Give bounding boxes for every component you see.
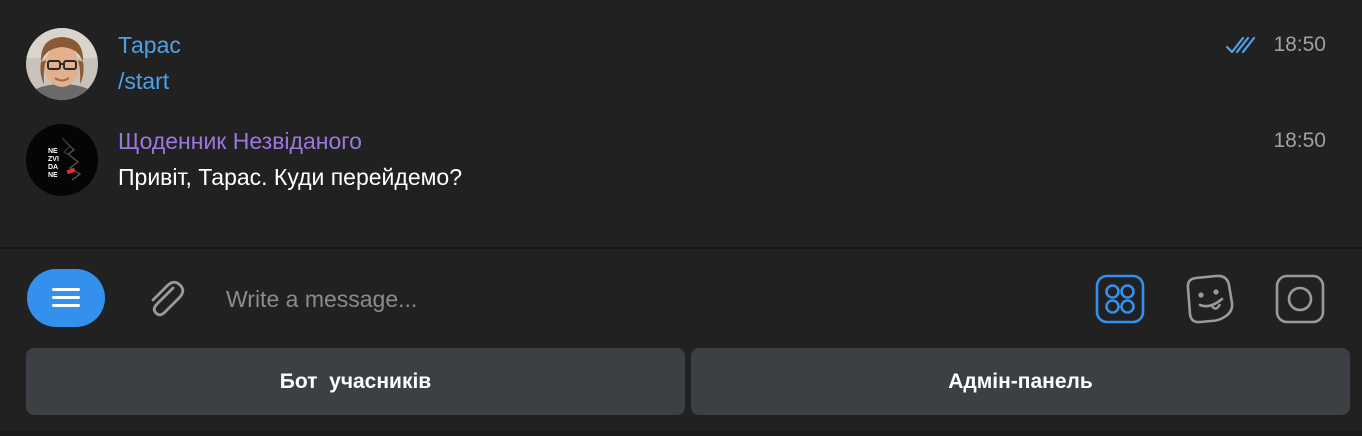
message-input[interactable] bbox=[226, 279, 1066, 319]
bot-menu-button[interactable] bbox=[27, 269, 105, 327]
user-photo-avatar[interactable] bbox=[26, 28, 98, 100]
paperclip-icon[interactable] bbox=[140, 274, 190, 324]
read-double-check-icon bbox=[1226, 36, 1256, 54]
keyboard-button-admin-panel[interactable]: Адмін-панель bbox=[691, 348, 1350, 415]
logo-text: ZVI bbox=[48, 156, 59, 163]
bot-command-link[interactable]: /start bbox=[118, 67, 169, 95]
sender-name[interactable]: Щоденник Незвіданого bbox=[118, 127, 362, 155]
logo-text: NE bbox=[48, 172, 58, 179]
bot-keyboard-icon[interactable] bbox=[1094, 273, 1146, 325]
sticker-icon[interactable] bbox=[1183, 273, 1235, 325]
message-time: 18:50 bbox=[1273, 33, 1326, 56]
logo-text: DA bbox=[48, 164, 58, 171]
keyboard-button-members-bot[interactable]: Бот учасників bbox=[26, 348, 685, 415]
chat-window: Тарас /start 18:50 NE ZVI DA NE Щоденник… bbox=[0, 0, 1362, 436]
window-bottom-edge bbox=[0, 431, 1362, 436]
composer: Бот учасників Адмін-панель bbox=[0, 249, 1362, 436]
message-item[interactable]: NE ZVI DA NE Щоденник Незвіданого Привіт… bbox=[0, 124, 1362, 204]
round-video-icon[interactable] bbox=[1274, 273, 1326, 325]
logo-text: NE bbox=[48, 148, 58, 155]
message-time: 18:50 bbox=[1273, 129, 1326, 152]
bot-logo-avatar[interactable]: NE ZVI DA NE bbox=[26, 124, 98, 196]
message-text: Привіт, Тарас. Куди перейдемо? bbox=[118, 164, 463, 190]
sender-name[interactable]: Тарас bbox=[118, 31, 181, 59]
previous-message-fragment bbox=[118, 0, 358, 6]
message-item[interactable]: Тарас /start 18:50 bbox=[0, 28, 1362, 108]
